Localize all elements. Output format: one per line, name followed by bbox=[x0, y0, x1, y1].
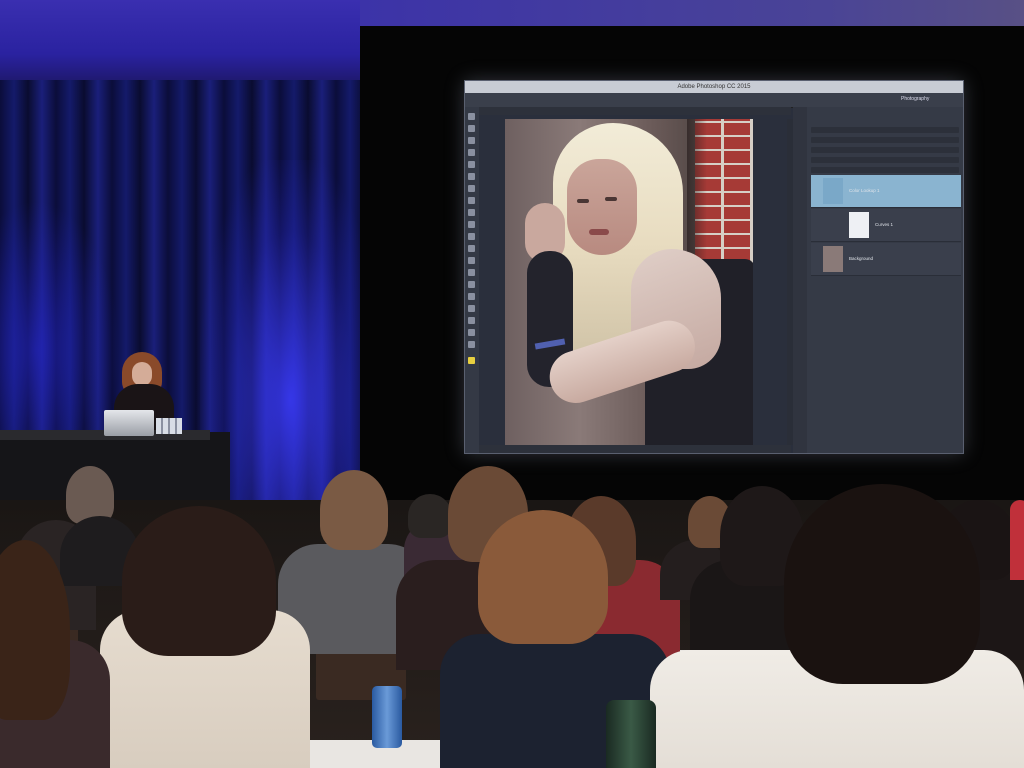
brush-tool-icon bbox=[468, 197, 475, 204]
dodge-tool-icon bbox=[468, 269, 475, 276]
ps-document-tab bbox=[479, 107, 791, 115]
panel-control-row bbox=[811, 167, 959, 173]
layer-name: Curves 1 bbox=[875, 222, 894, 227]
type-tool-icon bbox=[468, 293, 475, 300]
water-bottles bbox=[156, 418, 182, 434]
ps-window-title: Adobe Photoshop CC 2015 bbox=[677, 84, 751, 90]
path-select-tool-icon bbox=[468, 305, 475, 312]
lasso-tool-icon bbox=[468, 137, 475, 144]
hand-tool-icon bbox=[468, 329, 475, 336]
audience-head bbox=[408, 494, 452, 538]
audience-head bbox=[66, 466, 114, 524]
panel-control-row bbox=[811, 147, 959, 153]
crop-tool-icon bbox=[468, 161, 475, 168]
quick-select-tool-icon bbox=[468, 149, 475, 156]
layer-name: Background bbox=[849, 256, 874, 261]
stamp-tool-icon bbox=[468, 209, 475, 216]
foreground-color-icon bbox=[468, 357, 475, 364]
audience-head bbox=[320, 470, 388, 550]
audience-head bbox=[784, 484, 980, 684]
gradient-tool-icon bbox=[468, 245, 475, 252]
audience-member bbox=[1010, 500, 1024, 580]
layer-thumbnail bbox=[823, 178, 843, 204]
layer-name: Color Lookup 1 bbox=[849, 188, 880, 193]
ps-titlebar: Adobe Photoshop CC 2015 bbox=[465, 81, 963, 93]
projected-photoshop-window: Adobe Photoshop CC 2015 Photography Colo… bbox=[464, 80, 964, 454]
presenter-face bbox=[132, 362, 152, 386]
zoom-tool-icon bbox=[468, 341, 475, 348]
model-lips bbox=[589, 229, 609, 235]
table-front bbox=[290, 740, 440, 768]
healing-tool-icon bbox=[468, 185, 475, 192]
ps-workspace-label: Photography bbox=[901, 96, 930, 102]
audience-head bbox=[122, 506, 276, 656]
panel-control-row bbox=[811, 127, 959, 133]
water-bottle bbox=[606, 700, 656, 768]
layer-thumbnail bbox=[823, 246, 843, 272]
blur-tool-icon bbox=[468, 257, 475, 264]
marquee-tool-icon bbox=[468, 125, 475, 132]
ps-panel-dock bbox=[793, 107, 807, 453]
history-brush-tool-icon bbox=[468, 221, 475, 228]
eraser-tool-icon bbox=[468, 233, 475, 240]
layer-thumbnail bbox=[849, 212, 869, 238]
conference-room-scene: Adobe Photoshop CC 2015 Photography Colo… bbox=[0, 0, 1024, 768]
soda-can bbox=[372, 686, 402, 748]
model-face bbox=[567, 159, 637, 255]
layer-row: Color Lookup 1 bbox=[811, 175, 961, 208]
laptop bbox=[104, 410, 154, 436]
panel-control-row bbox=[811, 157, 959, 163]
ps-status-bar bbox=[479, 445, 791, 453]
ceiling-right bbox=[360, 0, 1024, 28]
eyedropper-tool-icon bbox=[468, 173, 475, 180]
ps-toolbar bbox=[465, 107, 479, 453]
pen-tool-icon bbox=[468, 281, 475, 288]
model-eye-left bbox=[577, 199, 589, 203]
ps-canvas-photo bbox=[505, 119, 753, 445]
move-tool-icon bbox=[468, 113, 475, 120]
shape-tool-icon bbox=[468, 317, 475, 324]
layer-row: Curves 1 bbox=[811, 209, 961, 242]
ps-options-bar bbox=[465, 93, 963, 108]
model-eye-right bbox=[605, 197, 617, 201]
audience-head bbox=[478, 510, 608, 644]
layer-row: Background bbox=[811, 243, 961, 276]
panel-control-row bbox=[811, 137, 959, 143]
